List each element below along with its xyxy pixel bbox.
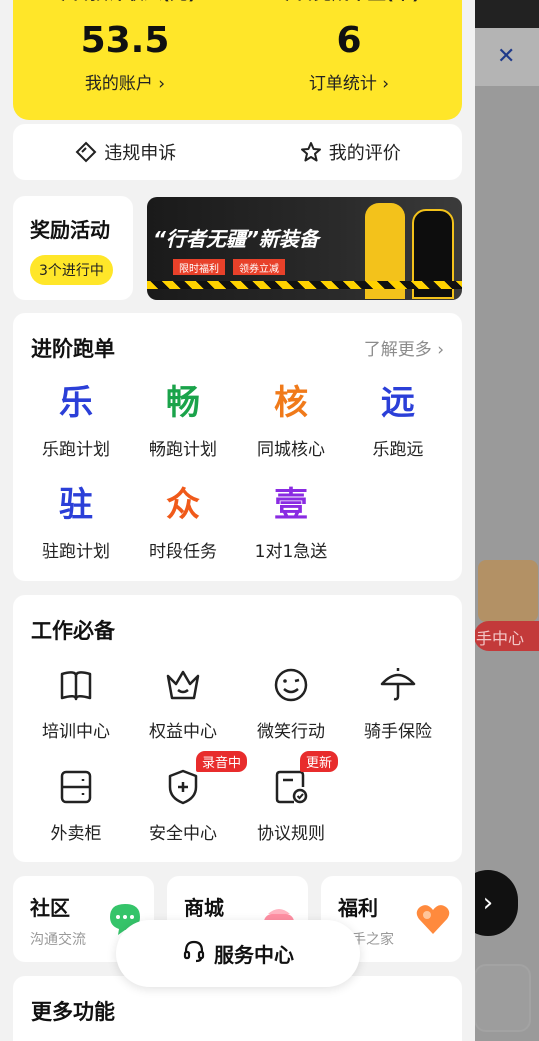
section-title: 进阶跑单 [31, 337, 115, 361]
income-caption: 今日预计收入(元) [13, 0, 237, 10]
smile-icon [236, 663, 346, 707]
plan-glyph: 众 [166, 485, 200, 525]
income-summary: 今日预计收入(元) 53.5 我的账户 › 今日完成单量(单) 6 订单统计 › [13, 0, 462, 120]
rider-center-pill[interactable]: 手中心 [474, 621, 539, 651]
section-title: 更多功能 [31, 1000, 115, 1024]
plan-item-lepao-far[interactable]: 远 乐跑远 [343, 381, 453, 460]
plan-glyph: 驻 [59, 485, 93, 525]
appeal-button[interactable]: 违规申诉 [13, 124, 238, 180]
banner-headline: “行者无疆”新装备 [153, 227, 319, 251]
plan-label: 乐跑远 [372, 440, 424, 460]
locker-icon [21, 765, 131, 809]
plan-label: 1对1急送 [254, 542, 328, 562]
banner-tag: 领券立减 [233, 259, 285, 275]
promo-banner[interactable]: “行者无疆”新装备 限时福利 领券立减 [147, 197, 462, 300]
rider-insurance[interactable]: 骑手保险 [343, 663, 453, 742]
income-right: 今日完成单量(单) 6 订单统计 › [237, 0, 461, 94]
agreement-rules[interactable]: 更新 协议规则 [236, 751, 346, 844]
reward-title: 奖励活动 [30, 218, 110, 242]
tool-label: 外卖柜 [50, 824, 102, 844]
plan-item-city-core[interactable]: 核 同城核心 [236, 381, 346, 460]
plan-item-time-task[interactable]: 众 时段任务 [128, 483, 238, 562]
income-left: 今日预计收入(元) 53.5 我的账户 › [13, 0, 237, 94]
plan-label: 同城核心 [257, 440, 325, 460]
service-center-button[interactable]: 服务中心 [116, 920, 360, 987]
smile-action[interactable]: 微笑行动 [236, 663, 346, 742]
tool-label: 骑手保险 [364, 722, 432, 742]
benefits-center[interactable]: 权益中心 [128, 663, 238, 742]
crown-icon [128, 663, 238, 707]
orders-value: 6 [336, 20, 362, 61]
reward-count-badge: 3个进行中 [30, 255, 113, 285]
safety-center[interactable]: 录音中 安全中心 [128, 751, 248, 844]
my-account-link[interactable]: 我的账户 › [13, 69, 237, 94]
training-center[interactable]: 培训中心 [21, 663, 131, 742]
service-center-label: 服务中心 [214, 943, 294, 967]
plan-glyph: 核 [274, 383, 308, 423]
work-essentials-card: 工作必备 培训中心 权益中心 微笑行动 骑手保险 外卖柜 录音中 安全中心 更新… [13, 595, 462, 862]
delivery-locker[interactable]: 外卖柜 [21, 765, 131, 844]
side-drawer: 今日预计收入(元) 53.5 我的账户 › 今日完成单量(单) 6 订单统计 ›… [0, 0, 475, 1041]
plan-item-lepao[interactable]: 乐 乐跑计划 [21, 381, 131, 460]
appeal-icon [74, 140, 98, 164]
status-bar [475, 0, 539, 28]
banner-stripe [147, 281, 462, 289]
learn-more-link[interactable]: 了解更多 › [364, 335, 444, 360]
background-input [474, 964, 531, 1032]
close-icon[interactable]: ✕ [497, 44, 515, 69]
headset-icon [182, 939, 206, 968]
tool-label: 权益中心 [149, 722, 217, 742]
tool-label: 安全中心 [149, 824, 217, 844]
plan-item-zhupao[interactable]: 驻 驻跑计划 [21, 483, 131, 562]
plan-label: 乐跑计划 [42, 440, 110, 460]
orders-caption: 今日完成单量(单) [237, 0, 461, 10]
plan-item-changpao[interactable]: 畅 畅跑计划 [128, 381, 238, 460]
quick-links: 违规申诉 我的评价 [13, 124, 462, 180]
reward-activities-card[interactable]: 奖励活动 3个进行中 [13, 196, 133, 300]
plan-glyph: 畅 [166, 383, 200, 423]
order-stats-link[interactable]: 订单统计 › [237, 69, 461, 94]
gift-icon [478, 560, 538, 622]
tool-label: 培训中心 [42, 722, 110, 742]
plan-item-one-to-one[interactable]: 壹 1对1急送 [236, 483, 346, 562]
my-review-button[interactable]: 我的评价 [238, 124, 463, 180]
plan-glyph: 远 [381, 383, 415, 423]
plan-glyph: 乐 [59, 383, 93, 423]
heart-icon [416, 905, 450, 934]
plan-label: 畅跑计划 [149, 440, 217, 460]
plan-label: 驻跑计划 [42, 542, 110, 562]
umbrella-icon [343, 663, 453, 707]
plan-label: 时段任务 [149, 542, 217, 562]
update-badge: 更新 [300, 751, 339, 772]
star-icon [299, 140, 323, 164]
plan-glyph: 壹 [274, 485, 308, 525]
tool-label: 协议规则 [257, 824, 325, 844]
appeal-label: 违规申诉 [104, 143, 177, 164]
income-value: 53.5 [80, 20, 170, 61]
section-title: 工作必备 [31, 619, 115, 643]
advanced-running-card: 进阶跑单 了解更多 › 乐 乐跑计划 畅 畅跑计划 核 同城核心 远 乐跑远 驻… [13, 313, 462, 581]
book-icon [21, 663, 131, 707]
tool-label: 微笑行动 [257, 722, 325, 742]
my-review-label: 我的评价 [328, 143, 401, 164]
banner-tag: 限时福利 [173, 259, 225, 275]
